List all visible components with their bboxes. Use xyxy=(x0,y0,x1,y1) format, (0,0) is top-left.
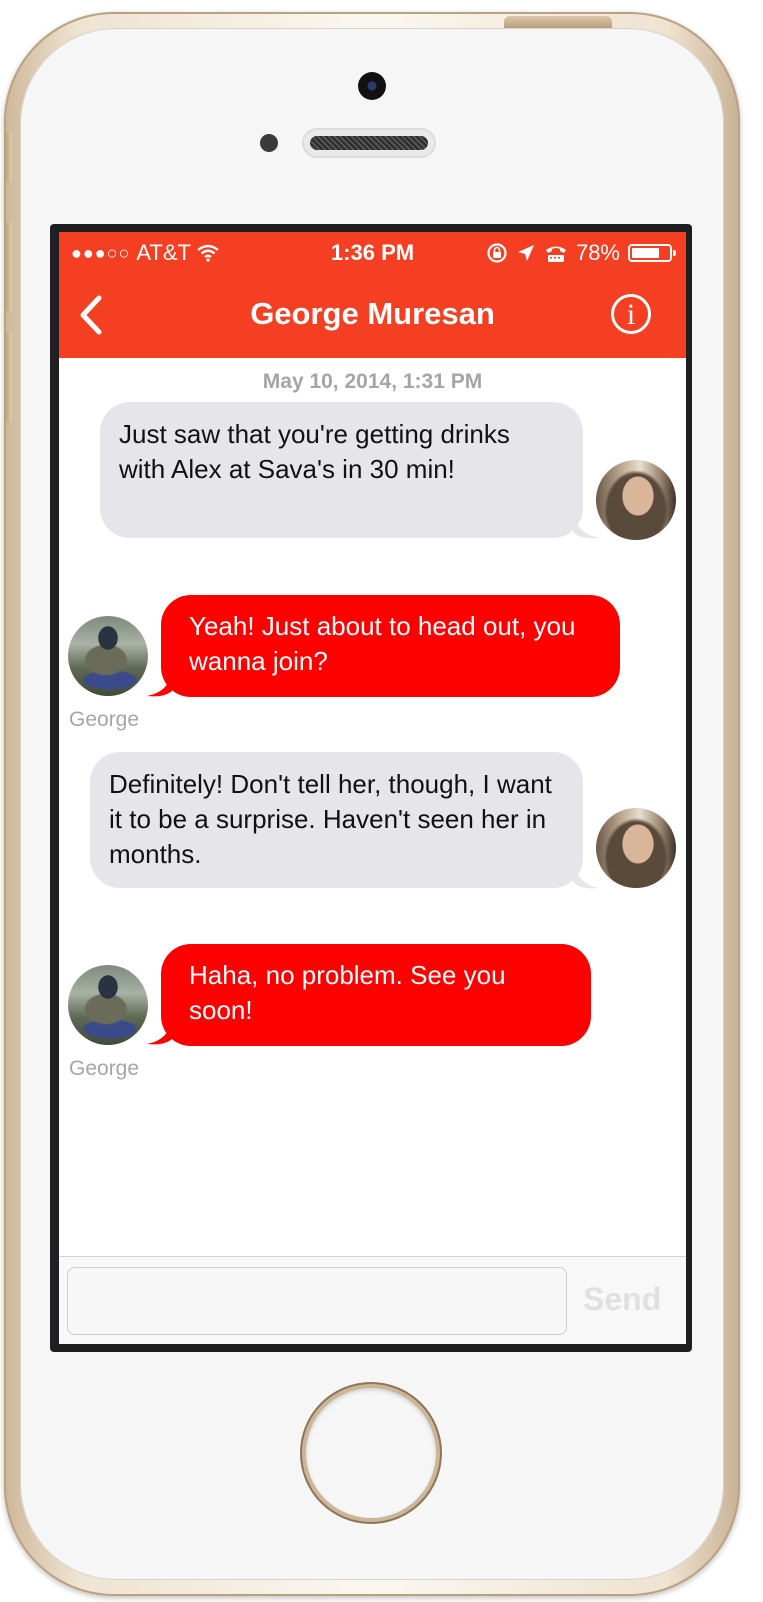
conversation-title: George Muresan xyxy=(250,296,495,331)
message-composer: Send xyxy=(59,1256,686,1344)
battery-icon xyxy=(628,244,676,262)
sender-name: George xyxy=(69,1057,140,1080)
message-bubble-outgoing[interactable]: Haha, no problem. See you soon! xyxy=(161,944,591,1046)
home-button[interactable] xyxy=(306,1388,436,1518)
send-button[interactable]: Send xyxy=(583,1281,661,1318)
navigation-bar: George Muresan i xyxy=(59,272,686,358)
message-text: Haha, no problem. See you soon! xyxy=(189,960,506,1025)
contact-avatar[interactable] xyxy=(596,460,676,540)
user-avatar[interactable] xyxy=(68,616,148,696)
volume-up-button xyxy=(4,222,12,312)
messages-screen: ●●●○○ AT&T 1:36 PM 78% George Muresan i … xyxy=(59,232,686,1344)
location-arrow-icon xyxy=(517,245,534,261)
mute-switch xyxy=(4,132,12,182)
earpiece-speaker xyxy=(304,130,434,156)
contact-avatar[interactable] xyxy=(596,808,676,888)
message-text: Just saw that you're getting drinks with… xyxy=(119,419,510,484)
bubble-tail xyxy=(573,862,599,889)
battery-percent: 78% xyxy=(575,240,620,265)
message-input[interactable] xyxy=(67,1267,567,1335)
message-text: Yeah! Just about to head out, you wanna … xyxy=(189,611,576,676)
bubble-tail xyxy=(573,512,599,539)
sender-name: George xyxy=(69,708,140,731)
power-button xyxy=(504,16,612,28)
rotation-lock-icon xyxy=(487,243,507,263)
user-avatar[interactable] xyxy=(68,965,148,1045)
message-bubble-incoming[interactable]: Just saw that you're getting drinks with… xyxy=(100,402,583,538)
status-bar: ●●●○○ AT&T 1:36 PM 78% xyxy=(59,232,686,272)
proximity-sensor xyxy=(260,134,278,152)
info-icon[interactable]: i xyxy=(611,294,651,334)
message-text: Definitely! Don't tell her, though, I wa… xyxy=(109,769,552,869)
front-camera-icon xyxy=(358,72,386,100)
message-bubble-outgoing[interactable]: Yeah! Just about to head out, you wanna … xyxy=(161,595,620,697)
tty-icon xyxy=(545,246,566,262)
volume-down-button xyxy=(4,332,12,422)
conversation-timestamp: May 10, 2014, 1:31 PM xyxy=(262,370,483,393)
message-bubble-incoming[interactable]: Definitely! Don't tell her, though, I wa… xyxy=(90,752,583,888)
